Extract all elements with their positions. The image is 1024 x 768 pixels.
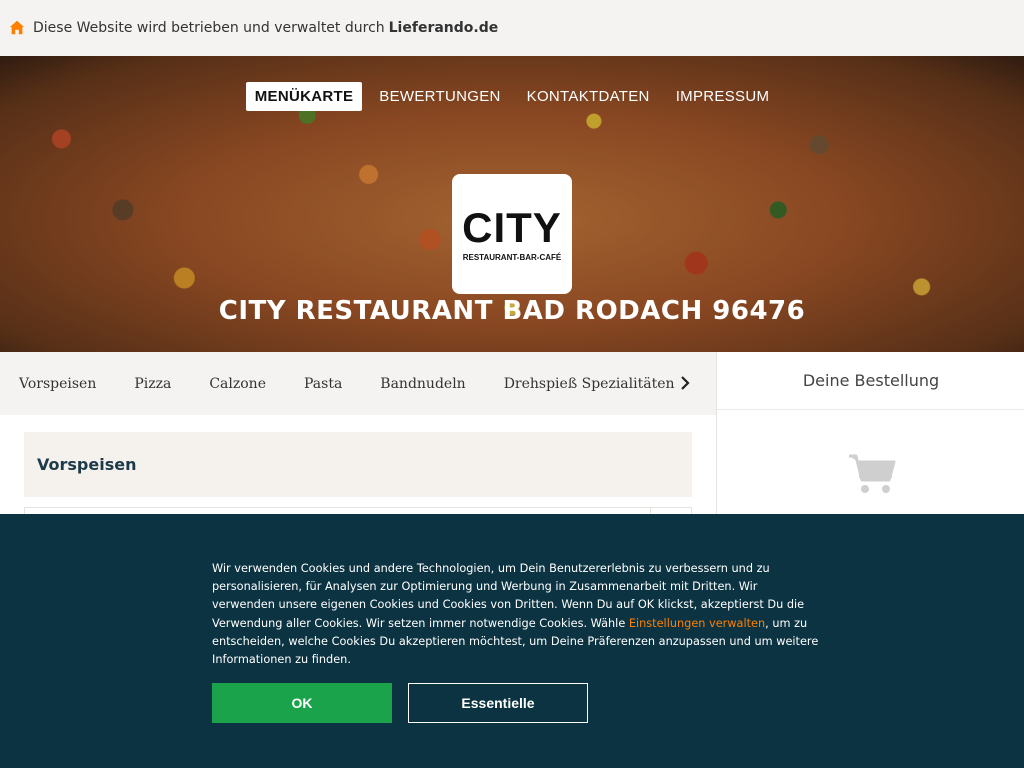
house-icon [9, 20, 25, 35]
category-pasta[interactable]: Pasta [304, 376, 342, 392]
section-header: Vorspeisen [24, 432, 692, 497]
nav-contact[interactable]: KONTAKTDATEN [518, 82, 659, 111]
category-drehspiess[interactable]: Drehspieß Spezialitäten [504, 376, 675, 392]
main-navigation: MENÜKARTE BEWERTUNGEN KONTAKTDATEN IMPRE… [0, 82, 1024, 111]
ok-button[interactable]: OK [212, 683, 392, 723]
hero-banner: MENÜKARTE BEWERTUNGEN KONTAKTDATEN IMPRE… [0, 56, 1024, 352]
operator-info-text: Diese Website wird betrieben und verwalt… [33, 20, 385, 36]
category-calzone[interactable]: Calzone [209, 376, 266, 392]
logo-main-text: CITY [462, 203, 562, 251]
restaurant-name: CITY RESTAURANT BAD RODACH 96476 [218, 296, 806, 326]
nav-menu[interactable]: MENÜKARTE [245, 82, 363, 111]
order-title: Deine Bestellung [717, 352, 1024, 410]
nav-reviews[interactable]: BEWERTUNGEN [370, 82, 509, 111]
category-vorspeisen[interactable]: Vorspeisen [19, 376, 96, 392]
manage-settings-link[interactable]: Einstellungen verwalten [629, 617, 765, 630]
shopping-cart-icon [849, 454, 896, 493]
cookie-text: Wir verwenden Cookies und andere Technol… [212, 560, 822, 669]
essential-button[interactable]: Essentielle [408, 683, 588, 723]
category-pizza[interactable]: Pizza [134, 376, 171, 392]
logo-sub-text: RESTAURANT-BAR-CAFÉ [462, 252, 562, 262]
operator-brand-link[interactable]: Lieferando.de [389, 20, 499, 36]
category-bandnudeln[interactable]: Bandnudeln [380, 376, 465, 392]
nav-imprint[interactable]: IMPRESSUM [667, 82, 779, 111]
section-title: Vorspeisen [37, 455, 137, 474]
category-bar: Vorspeisen Pizza Calzone Pasta Bandnudel… [0, 352, 716, 415]
restaurant-logo: CITY RESTAURANT-BAR-CAFÉ [452, 174, 572, 294]
operator-info-bar: Diese Website wird betrieben und verwalt… [0, 0, 1024, 56]
chevron-right-icon[interactable] [676, 374, 694, 392]
cookie-banner: Wir verwenden Cookies und andere Technol… [0, 514, 1024, 768]
